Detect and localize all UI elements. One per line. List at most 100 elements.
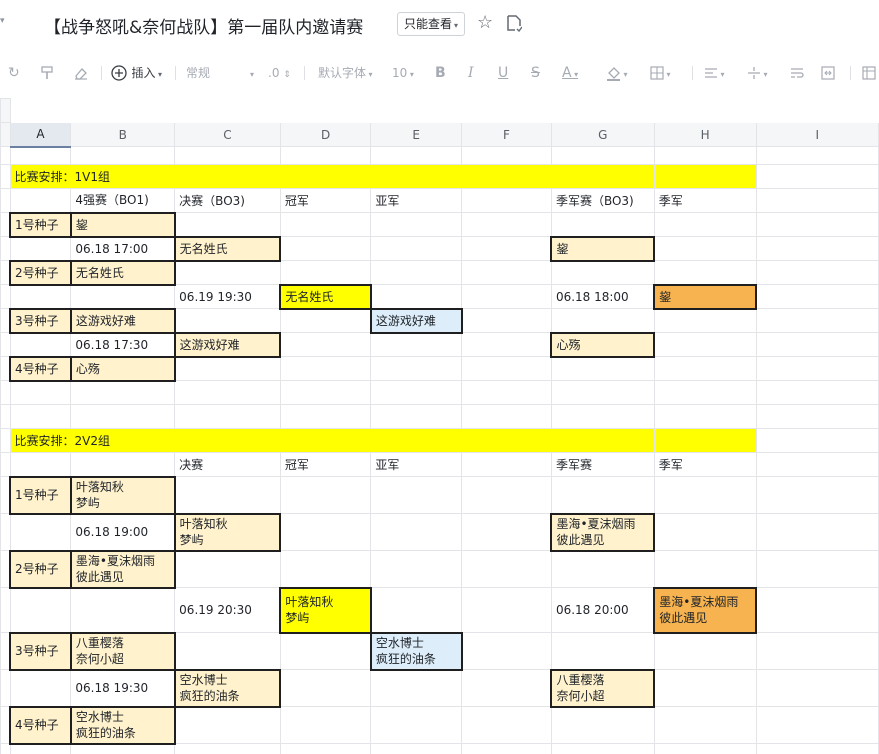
column-header-c[interactable]: C [174, 122, 281, 147]
header-runnerup[interactable]: 亚军 [370, 188, 463, 213]
spreadsheet-grid[interactable]: A B C D E F G H I 比赛安排：1V1组 4强赛（BO1) 决赛（… [0, 98, 879, 754]
header-third[interactable]: 季军 [653, 452, 757, 477]
third-place-cell[interactable]: 鋆 [550, 235, 656, 262]
third-winner-cell[interactable]: 鋆 [653, 283, 758, 310]
number-format-dropdown[interactable]: 常规 ▾ [186, 61, 254, 87]
runnerup-cell[interactable]: 这游戏好难 [369, 307, 463, 334]
font-size-dropdown[interactable]: 10 ▾ [392, 61, 414, 87]
wrap-text-icon[interactable] [790, 61, 804, 85]
underline-icon[interactable]: U [498, 61, 508, 85]
team-cell[interactable]: 叶落知秋 梦屿 [69, 475, 176, 515]
match-time[interactable]: 06.18 17:30 [70, 332, 176, 357]
champion-cell[interactable]: 无名姓氏 [279, 283, 372, 310]
team-member: 梦屿 [179, 533, 204, 547]
merge-cells-icon[interactable] [821, 61, 835, 85]
document-note-icon[interactable] [506, 12, 523, 34]
player-cell[interactable]: 这游戏好难 [69, 307, 176, 334]
team-member: 八重樱落 [556, 673, 605, 687]
select-all-corner[interactable] [0, 122, 11, 147]
column-header-f[interactable]: F [461, 122, 552, 147]
player-cell[interactable]: 心殇 [69, 355, 176, 382]
third-place-cell[interactable]: 墨海•夏沫烟雨 彼此遇见 [550, 512, 656, 552]
match-time[interactable]: 06.18 17:00 [70, 236, 176, 261]
decimal-stepper[interactable]: .0 ⇕ [268, 61, 291, 87]
team-cell[interactable]: 墨海•夏沫烟雨 彼此遇见 [69, 549, 176, 589]
match-time[interactable]: 06.18 19:00 [70, 513, 176, 551]
third-place-cell[interactable]: 八重樱落 奈何小超 [550, 668, 656, 708]
third-winner-cell[interactable]: 墨海•夏沫烟雨 彼此遇见 [653, 586, 758, 634]
text-color-icon[interactable]: A ▾ [562, 61, 578, 87]
seed-label[interactable]: 1号种子 [9, 211, 72, 238]
italic-icon[interactable]: I [468, 61, 474, 85]
player-cell[interactable]: 鋆 [69, 211, 176, 238]
font-family-dropdown[interactable]: 默认字体 ▾ [318, 61, 373, 87]
collapse-caret-icon[interactable]: ▾ [0, 16, 5, 26]
insert-button[interactable]: 插入 ▾ [111, 61, 162, 87]
team-cell[interactable]: 空水博士 疯狂的油条 [69, 705, 176, 745]
column-header-b[interactable]: B [70, 122, 176, 147]
section-banner-1v1[interactable]: 比赛安排：1V1组 [9, 164, 655, 189]
team-member: 疯狂的油条 [179, 689, 240, 703]
bold-icon[interactable]: B [435, 61, 446, 85]
header-runnerup[interactable]: 亚军 [370, 452, 463, 477]
seed-label[interactable]: 3号种子 [9, 307, 72, 334]
header-third[interactable]: 季军 [653, 188, 757, 213]
match-time[interactable]: 06.19 20:30 [174, 587, 281, 633]
header-third-match[interactable]: 季军赛 [550, 452, 655, 477]
finalist-cell[interactable]: 这游戏好难 [173, 331, 282, 358]
document-title[interactable]: 【战争怒吼&奈何战队】第一届队内邀请赛 [44, 13, 363, 38]
seed-label[interactable]: 2号种子 [9, 549, 72, 589]
sheet-row: 06.18 19:30 空水博士 疯狂的油条 八重樱落 奈何小超 [0, 668, 879, 708]
format-painter-icon[interactable] [40, 61, 54, 85]
title-bar: ▾ 【战争怒吼&奈何战队】第一届队内邀请赛 只能查看 ▾ ☆ [0, 0, 879, 48]
seed-label[interactable]: 1号种子 [9, 475, 72, 515]
column-header-e[interactable]: E [370, 122, 463, 147]
horizontal-align-icon[interactable]: ▾ [704, 61, 725, 87]
column-header-h[interactable]: H [653, 122, 757, 147]
star-icon[interactable]: ☆ [477, 12, 493, 34]
redo-icon[interactable]: ↻ [8, 61, 20, 85]
seed-label[interactable]: 2号种子 [9, 259, 72, 286]
strikethrough-icon[interactable]: S [531, 61, 540, 85]
team-member: 叶落知秋 [285, 595, 334, 609]
sheet-row: 比赛安排：2V2组 [0, 428, 879, 453]
third-place-cell[interactable]: 心殇 [550, 331, 656, 358]
match-time[interactable]: 06.18 19:30 [70, 669, 176, 707]
header-champion[interactable]: 冠军 [279, 188, 372, 213]
column-header-a[interactable]: A [9, 122, 72, 148]
sheet-row: 决赛 冠军 亚军 季军赛 季军 [0, 452, 879, 477]
header-champion[interactable]: 冠军 [279, 452, 372, 477]
border-icon[interactable]: ▾ [650, 61, 671, 87]
toolbar-divider [101, 66, 102, 80]
freeze-icon[interactable] [862, 61, 876, 85]
header-final[interactable]: 决赛 [174, 452, 281, 477]
match-time[interactable]: 06.18 18:00 [550, 284, 655, 309]
column-header-g[interactable]: G [550, 122, 655, 147]
finalist-cell[interactable]: 无名姓氏 [173, 235, 282, 262]
team-cell[interactable]: 八重樱落 奈何小超 [69, 631, 176, 671]
sheet-row: 06.18 17:00 无名姓氏 鋆 [0, 235, 879, 262]
match-time[interactable]: 06.18 20:00 [550, 587, 655, 633]
header-final[interactable]: 决赛（BO3) [174, 188, 281, 213]
vertical-align-icon[interactable]: ▾ [747, 61, 768, 87]
header-round4[interactable]: 4强赛（BO1) [70, 188, 176, 213]
sheet-row: 4强赛（BO1) 决赛（BO3) 冠军 亚军 季军赛（BO3) 季军 [0, 188, 879, 213]
seed-label[interactable]: 4号种子 [9, 355, 72, 382]
section-banner-2v2[interactable]: 比赛安排：2V2组 [9, 428, 655, 453]
match-time[interactable]: 06.19 19:30 [174, 284, 281, 309]
clear-format-icon[interactable] [74, 61, 88, 85]
sheet-row: 06.18 19:00 叶落知秋梦屿 墨海•夏沫烟雨 彼此遇见 [0, 512, 879, 552]
seed-label[interactable]: 4号种子 [9, 705, 72, 745]
fill-color-icon[interactable]: ▾ [606, 61, 628, 87]
runnerup-cell[interactable]: 空水博士 疯狂的油条 [369, 631, 463, 671]
column-header-i[interactable]: I [755, 122, 879, 147]
champion-cell[interactable]: 叶落知秋 梦屿 [279, 586, 372, 634]
team-member: 叶落知秋 [179, 517, 228, 531]
column-header-d[interactable]: D [279, 122, 372, 147]
view-mode-dropdown[interactable]: 只能查看 ▾ [397, 12, 466, 36]
player-cell[interactable]: 无名姓氏 [69, 259, 176, 286]
header-third-match[interactable]: 季军赛（BO3) [550, 188, 655, 213]
finalist-cell[interactable]: 空水博士 疯狂的油条 [173, 668, 282, 708]
seed-label[interactable]: 3号种子 [9, 631, 72, 671]
finalist-cell[interactable]: 叶落知秋 梦屿 [173, 512, 282, 552]
